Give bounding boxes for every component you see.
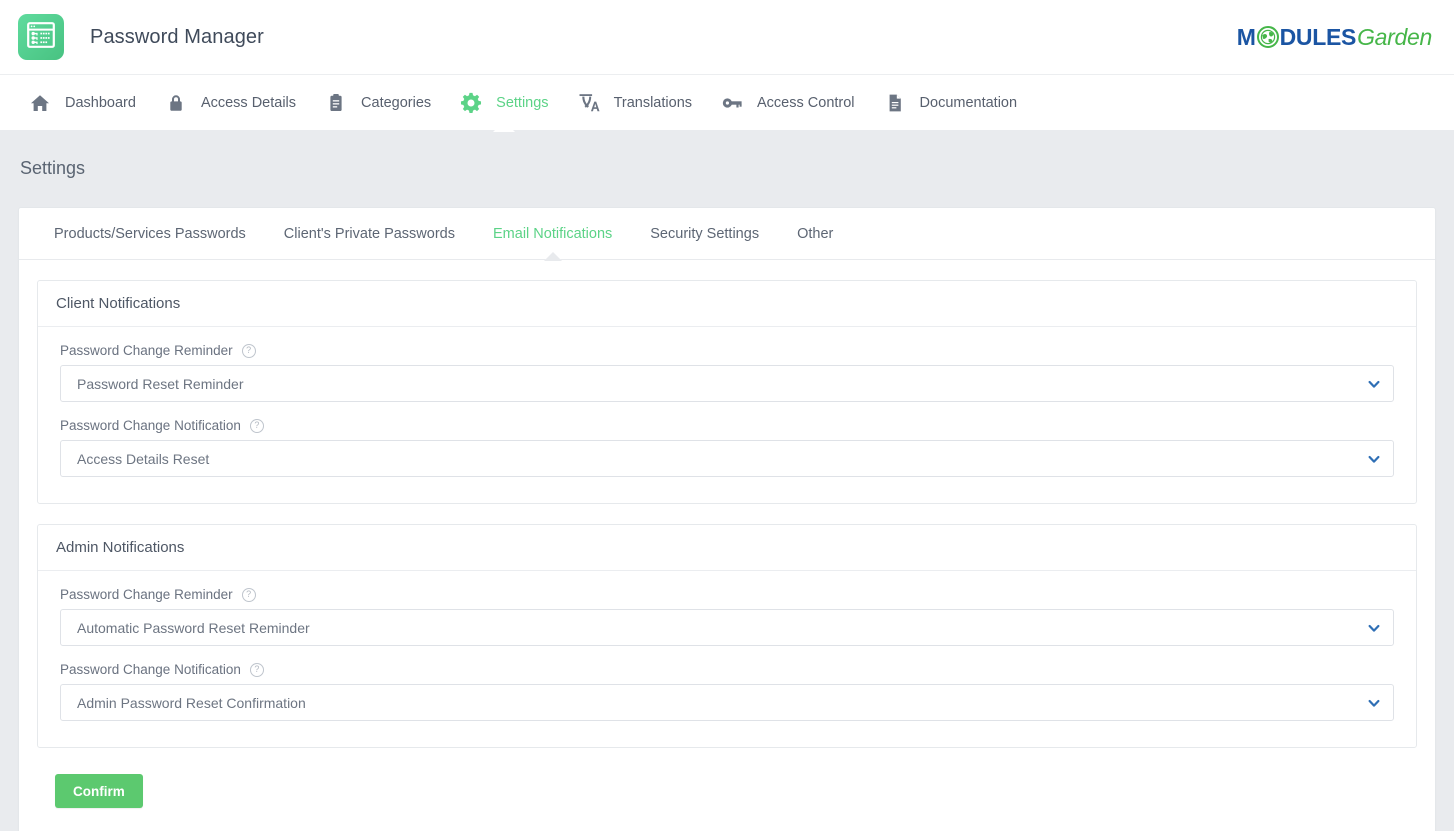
- question-circle-icon[interactable]: ?: [241, 343, 256, 358]
- tab-label: Other: [797, 225, 834, 242]
- select-admin-password-change-reminder[interactable]: Automatic Password Reset Reminder: [60, 609, 1394, 646]
- tab-products-services-passwords[interactable]: Products/Services Passwords: [35, 208, 265, 260]
- tab-label: Email Notifications: [493, 225, 613, 242]
- select-client-password-change-notification[interactable]: Access Details Reset: [60, 440, 1394, 477]
- nav-label-dashboard: Dashboard: [65, 94, 136, 111]
- field-admin-password-change-reminder: Password Change Reminder ? Automatic Pas…: [60, 587, 1394, 646]
- confirm-button[interactable]: Confirm: [55, 774, 143, 808]
- nav-item-translations[interactable]: Translations: [563, 75, 706, 131]
- translate-icon: [577, 91, 601, 115]
- password-window-icon: [27, 21, 55, 53]
- brand-text-garden: Garden: [1357, 23, 1432, 50]
- field-label: Password Change Reminder ?: [60, 587, 1394, 602]
- field-label-text: Password Change Reminder: [60, 587, 233, 602]
- question-circle-icon[interactable]: ?: [249, 662, 264, 677]
- field-label: Password Change Notification ?: [60, 662, 1394, 677]
- select-admin-password-change-notification[interactable]: Admin Password Reset Confirmation: [60, 684, 1394, 721]
- globe-icon: [1256, 26, 1279, 48]
- tab-other[interactable]: Other: [778, 208, 852, 260]
- select-client-password-change-reminder[interactable]: Password Reset Reminder: [60, 365, 1394, 402]
- nav-item-categories[interactable]: Categories: [310, 75, 445, 131]
- nav-label-translations: Translations: [613, 94, 693, 111]
- lock-icon: [164, 91, 188, 115]
- active-tab-caret: [543, 251, 562, 261]
- main-navigation: Dashboard Access Details Categories Sett…: [0, 74, 1454, 132]
- panel-admin-notifications: Admin Notifications Password Change Remi…: [37, 524, 1417, 748]
- tab-email-notifications[interactable]: Email Notifications: [474, 208, 631, 261]
- select-value: Access Details Reset: [77, 450, 210, 467]
- page-body: Settings Products/Services Passwords Cli…: [0, 130, 1454, 831]
- nav-label-settings: Settings: [496, 94, 549, 111]
- home-icon: [28, 91, 52, 115]
- field-label-text: Password Change Notification: [60, 662, 241, 677]
- panel-client-notifications: Client Notifications Password Change Rem…: [37, 280, 1417, 504]
- panel-body-client-notifications: Password Change Reminder ? Password Rese…: [38, 327, 1416, 503]
- panel-title-client-notifications: Client Notifications: [38, 281, 1416, 327]
- tab-label: Client's Private Passwords: [283, 225, 455, 242]
- nav-item-documentation[interactable]: Documentation: [869, 75, 1032, 131]
- chevron-down-icon: [1367, 452, 1381, 466]
- nav-label-categories: Categories: [361, 94, 432, 111]
- field-admin-password-change-notification: Password Change Notification ? Admin Pas…: [60, 662, 1394, 721]
- panel-body-admin-notifications: Password Change Reminder ? Automatic Pas…: [38, 571, 1416, 747]
- tab-content-email-notifications: Client Notifications Password Change Rem…: [19, 260, 1435, 831]
- nav-item-dashboard[interactable]: Dashboard: [14, 75, 150, 131]
- clipboard-icon: [324, 91, 348, 115]
- modulesgarden-logo: M DULES Garden: [1237, 24, 1440, 51]
- page-title: Settings: [20, 158, 86, 178]
- settings-tabs: Products/Services Passwords Client's Pri…: [19, 208, 1435, 261]
- panel-title-admin-notifications: Admin Notifications: [38, 525, 1416, 571]
- nav-item-settings[interactable]: Settings: [445, 75, 562, 132]
- active-nav-caret: [492, 120, 515, 132]
- tab-security-settings[interactable]: Security Settings: [631, 208, 778, 260]
- document-icon: [883, 91, 907, 115]
- nav-item-access-details[interactable]: Access Details: [150, 75, 310, 131]
- select-value: Password Reset Reminder: [77, 375, 244, 392]
- tab-label: Security Settings: [650, 225, 760, 242]
- form-actions: Confirm: [37, 768, 1417, 831]
- gear-icon: [459, 91, 483, 115]
- field-client-password-change-notification: Password Change Notification ? Access De…: [60, 418, 1394, 477]
- field-label: Password Change Reminder ?: [60, 343, 1394, 358]
- tab-clients-private-passwords[interactable]: Client's Private Passwords: [265, 208, 474, 260]
- question-circle-icon[interactable]: ?: [249, 418, 264, 433]
- field-label-text: Password Change Reminder: [60, 343, 233, 358]
- chevron-down-icon: [1367, 696, 1381, 710]
- chevron-down-icon: [1367, 621, 1381, 635]
- brand-text-m: M: [1236, 23, 1256, 50]
- settings-card: Products/Services Passwords Client's Pri…: [18, 207, 1436, 831]
- select-value: Automatic Password Reset Reminder: [77, 619, 310, 636]
- field-label: Password Change Notification ?: [60, 418, 1394, 433]
- brand-text-dules: DULES: [1279, 23, 1357, 50]
- app-title: Password Manager: [90, 25, 264, 48]
- key-icon: [720, 91, 744, 115]
- nav-label-access-details: Access Details: [200, 94, 297, 111]
- select-value: Admin Password Reset Confirmation: [77, 694, 306, 711]
- nav-item-access-control[interactable]: Access Control: [706, 75, 869, 131]
- nav-label-documentation: Documentation: [919, 94, 1018, 111]
- app-logo: [18, 14, 64, 60]
- nav-label-access-control: Access Control: [757, 94, 855, 111]
- tab-label: Products/Services Passwords: [54, 225, 246, 242]
- top-header-bar: Password Manager M DULES Garden: [0, 0, 1454, 74]
- chevron-down-icon: [1367, 377, 1381, 391]
- field-client-password-change-reminder: Password Change Reminder ? Password Rese…: [60, 343, 1394, 402]
- field-label-text: Password Change Notification: [60, 418, 241, 433]
- question-circle-icon[interactable]: ?: [241, 587, 256, 602]
